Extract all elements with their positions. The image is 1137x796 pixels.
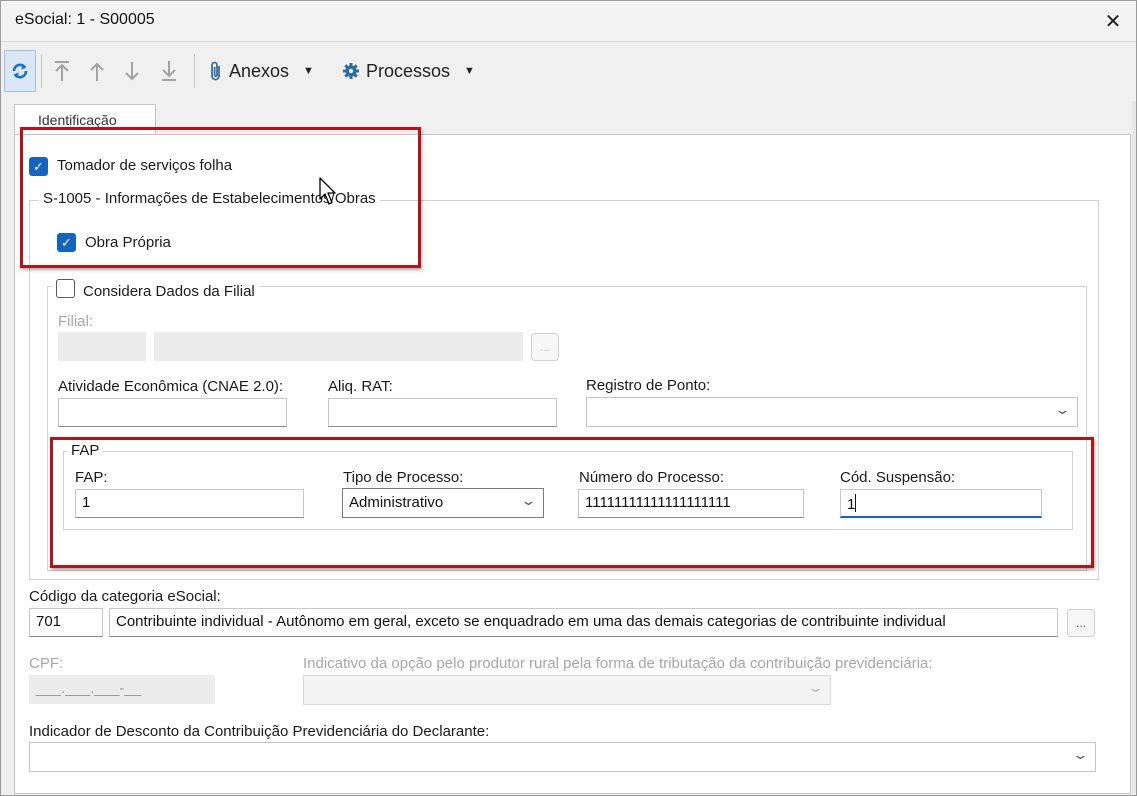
cod-suspensao-label: Cód. Suspensão: <box>840 469 956 486</box>
paperclip-icon <box>211 61 220 81</box>
cnae-input[interactable] <box>58 398 287 427</box>
categoria-label: Código da categoria eSocial: <box>29 588 221 605</box>
considera-filial-label: Considera Dados da Filial <box>83 283 255 300</box>
refresh-button[interactable] <box>4 50 36 92</box>
chevron-down-icon: ⌄ <box>520 493 537 508</box>
arrow-up-icon <box>90 62 104 81</box>
cnae-label: Atividade Econômica (CNAE 2.0): <box>58 378 284 395</box>
registro-ponto-select[interactable]: ⌄ <box>586 397 1078 427</box>
tipo-processo-label: Tipo de Processo: <box>343 469 464 486</box>
move-down-button[interactable] <box>120 56 144 86</box>
arrow-to-top-icon <box>55 61 69 81</box>
cpf-input[interactable]: ___.___.___-__ <box>29 675 215 704</box>
fap-legend: FAP <box>67 442 104 459</box>
filial-code-input[interactable] <box>58 332 146 361</box>
tipo-processo-value: Administrativo <box>349 494 444 511</box>
close-button[interactable]: ✕ <box>1090 1 1136 41</box>
toolbar: Anexos ▼ Processos ▼ <box>1 41 1136 101</box>
categoria-desc-input[interactable]: Contribuinte individual - Autônomo em ge… <box>109 608 1058 637</box>
aliq-rat-input[interactable] <box>328 398 557 427</box>
toolbar-separator <box>194 54 195 88</box>
esocial-window: eSocial: 1 - S00005 ✕ Anexos ▼ Processos… <box>0 0 1137 796</box>
chevron-down-icon: ⌄ <box>1072 747 1089 762</box>
processes-label: Processos <box>366 60 451 81</box>
indicativo-select[interactable]: ⌄ <box>303 675 831 705</box>
caret-down-icon: ▼ <box>464 65 475 77</box>
chevron-down-icon: ⌄ <box>807 680 824 695</box>
cod-suspensao-input[interactable]: 1 <box>840 489 1042 518</box>
numero-processo-label: Número do Processo: <box>579 469 725 486</box>
processes-menu-button[interactable]: Processos ▼ <box>342 58 475 84</box>
desconto-select[interactable]: ⌄ <box>29 742 1096 772</box>
cod-suspensao-value: 1 <box>847 496 856 513</box>
fap-label: FAP: <box>75 469 108 486</box>
filial-label: Filial: <box>58 313 94 330</box>
aliq-rat-label: Aliq. RAT: <box>328 378 393 395</box>
obra-propria-label: Obra Própria <box>85 234 171 251</box>
categoria-lookup-button[interactable]: ... <box>1067 609 1095 637</box>
title-bar: eSocial: 1 - S00005 ✕ <box>1 1 1136 41</box>
considera-filial-checkbox[interactable] <box>56 279 75 298</box>
move-first-button[interactable] <box>50 56 74 86</box>
filial-name-input[interactable] <box>154 332 523 361</box>
fap-input[interactable]: 1 <box>75 489 304 518</box>
toolbar-separator <box>41 54 42 88</box>
chevron-down-icon: ⌄ <box>1054 402 1071 417</box>
caret-down-icon: ▼ <box>303 65 314 77</box>
categoria-code-input[interactable]: 701 <box>29 608 103 637</box>
arrow-down-icon <box>125 62 139 81</box>
gear-icon <box>343 63 359 79</box>
attachments-label: Anexos <box>229 60 290 81</box>
move-last-button[interactable] <box>157 56 181 86</box>
window-title: eSocial: 1 - S00005 <box>15 11 155 28</box>
move-up-button[interactable] <box>85 56 109 86</box>
desconto-label: Indicador de Desconto da Contribuição Pr… <box>29 723 490 740</box>
considera-filial-legend: Considera Dados da Filial <box>52 277 259 300</box>
scrollbar-track[interactable] <box>1132 101 1136 795</box>
tipo-processo-select[interactable]: Administrativo ⌄ <box>342 488 544 518</box>
tab-identificacao[interactable]: Identificação <box>14 104 156 136</box>
mouse-pointer-icon <box>319 177 336 205</box>
filial-lookup-button[interactable]: ... <box>531 333 559 361</box>
tomador-label: Tomador de serviços folha <box>57 157 233 174</box>
arrow-to-bottom-icon <box>162 61 176 81</box>
numero-processo-input[interactable]: 11111111111111111111 <box>578 489 804 518</box>
refresh-icon <box>12 63 28 79</box>
cpf-label: CPF: <box>29 655 64 672</box>
obra-propria-checkbox[interactable]: ✓ <box>57 233 76 252</box>
tomador-checkbox[interactable]: ✓ <box>29 157 48 176</box>
attachments-menu-button[interactable]: Anexos ▼ <box>209 58 314 84</box>
registro-ponto-label: Registro de Ponto: <box>586 377 711 394</box>
text-cursor <box>855 494 857 512</box>
indicativo-label: Indicativo da opção pelo produtor rural … <box>303 655 933 672</box>
